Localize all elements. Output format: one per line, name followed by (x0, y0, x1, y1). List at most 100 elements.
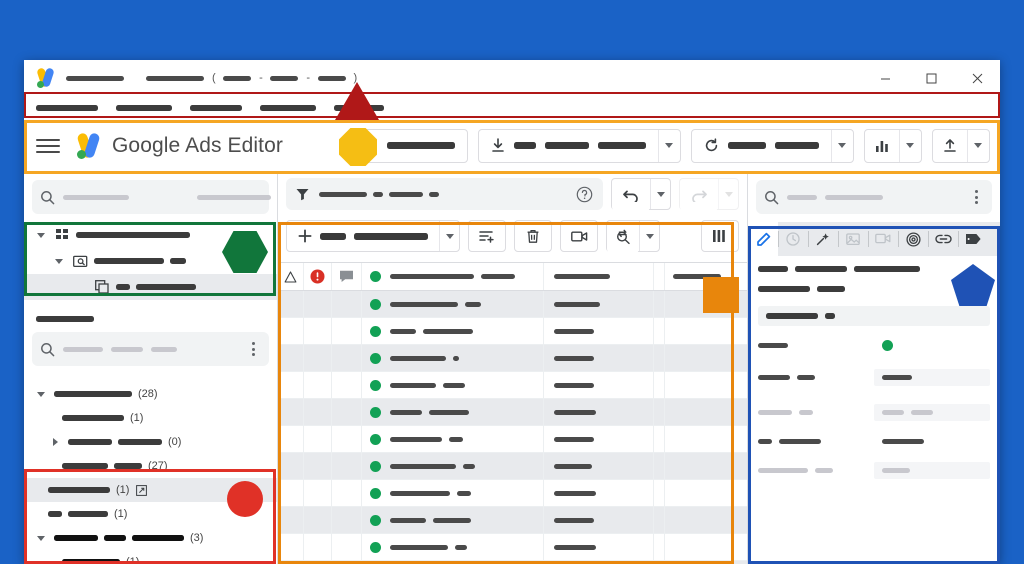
replace-text-button[interactable] (606, 220, 660, 253)
tree-row-campaign-2[interactable]: (0) (24, 430, 277, 454)
table-row[interactable] (278, 507, 747, 534)
table-header-col3[interactable] (653, 263, 664, 290)
warning-triangle-icon[interactable] (278, 263, 304, 290)
account-selector-button[interactable] (350, 128, 468, 163)
menu-item-edit[interactable] (116, 105, 172, 111)
video-ads-button[interactable] (560, 220, 598, 252)
tree-row-client-account[interactable] (24, 274, 277, 300)
add-campaign-button[interactable] (286, 220, 460, 252)
tree-row-count: (1) (114, 508, 128, 520)
right-panel (748, 172, 1000, 564)
make-multiple-changes-button[interactable] (468, 220, 506, 252)
replace-text-dropdown[interactable] (639, 221, 659, 251)
share-button[interactable] (931, 128, 990, 163)
tree-row-campaign-4[interactable]: (1) (24, 478, 277, 502)
remove-button[interactable] (514, 220, 552, 252)
choose-columns-button[interactable] (701, 220, 739, 252)
filter-row (278, 172, 747, 216)
right-search-input[interactable] (756, 180, 992, 214)
right-pair (758, 404, 990, 421)
share-dropdown[interactable] (966, 129, 989, 162)
table-row[interactable] (278, 399, 747, 426)
account-search-input[interactable] (32, 180, 282, 214)
table-row[interactable] (278, 345, 747, 372)
status-dot-green (362, 298, 388, 310)
brand-rest: Ads Editor (180, 133, 283, 157)
chevron-right-icon[interactable] (48, 438, 62, 446)
get-recent-changes-button[interactable] (477, 128, 681, 163)
targeting-tab[interactable] (898, 222, 928, 256)
redo-dropdown[interactable] (718, 179, 738, 209)
post-changes-button[interactable] (690, 128, 854, 163)
table-row[interactable] (278, 534, 747, 561)
table-row[interactable] (278, 318, 747, 345)
status-dot-green (362, 541, 388, 553)
post-changes-dropdown[interactable] (830, 129, 853, 162)
tree-row-group-2[interactable]: (3) (24, 526, 277, 550)
right-value-field[interactable] (758, 306, 990, 326)
window-title: ( - - ) (66, 72, 357, 84)
menu-bar (24, 96, 1000, 120)
menu-item-tools[interactable] (260, 105, 316, 111)
chevron-down-icon[interactable] (34, 535, 48, 541)
account-search-placeholder (63, 194, 271, 200)
status-dot-green (362, 514, 388, 526)
table-row[interactable] (278, 453, 747, 480)
close-icon[interactable] (954, 60, 1000, 96)
image-tab[interactable] (838, 222, 868, 256)
table-row[interactable] (278, 291, 747, 318)
data-table (278, 262, 747, 564)
menu-item-file[interactable] (36, 105, 98, 111)
link-tab[interactable] (928, 222, 958, 256)
history-tab[interactable] (778, 222, 808, 256)
menu-item-view[interactable] (190, 105, 242, 111)
grid-apps-icon (363, 138, 378, 153)
statistics-dropdown[interactable] (898, 129, 921, 162)
label-tab[interactable] (958, 222, 988, 256)
undo-dropdown[interactable] (650, 179, 670, 209)
table-header-col2[interactable] (543, 263, 653, 290)
add-campaign-dropdown[interactable] (439, 221, 459, 251)
chevron-down-icon[interactable] (52, 258, 66, 264)
app-window: ( - - ) Google Ads Editor (28) (1) (0) (… (24, 60, 1000, 564)
table-row[interactable] (278, 426, 747, 453)
statistics-button[interactable] (863, 128, 922, 163)
table-row[interactable] (278, 480, 747, 507)
campaign-search-input[interactable] (32, 332, 269, 366)
tree-row-campaign-3[interactable]: (27) (24, 454, 277, 478)
open-in-new-icon[interactable] (136, 484, 148, 496)
undo-button[interactable] (611, 178, 671, 211)
tree-row-campaign-6[interactable]: (1) (24, 550, 277, 564)
chevron-down-icon[interactable] (34, 391, 48, 397)
more-options-icon[interactable] (245, 342, 261, 356)
video-icon (570, 230, 588, 243)
tree-row-manager-account[interactable] (24, 222, 277, 248)
maximize-icon[interactable] (908, 60, 954, 96)
redo-button[interactable] (679, 178, 739, 211)
recommendations-tab[interactable] (808, 222, 838, 256)
search-icon (40, 190, 55, 205)
video-tab[interactable] (868, 222, 898, 256)
table-header-col1[interactable] (388, 274, 543, 279)
chevron-down-icon[interactable] (34, 232, 48, 238)
table-row[interactable] (278, 372, 747, 399)
minimize-icon[interactable] (862, 60, 908, 96)
filter-input[interactable] (286, 178, 603, 210)
tree-row-campaign-5[interactable]: (1) (24, 502, 277, 526)
trash-icon (526, 229, 540, 244)
status-dot-green (369, 271, 381, 282)
status-dot-green (362, 379, 388, 391)
brand-google: Google (112, 133, 181, 157)
help-circle-icon[interactable] (576, 186, 593, 203)
tree-row-sub-account[interactable] (24, 248, 277, 274)
menu-item-help[interactable] (334, 105, 384, 111)
tree-row-all-campaigns[interactable]: (28) (24, 382, 277, 406)
table-header-col4[interactable] (664, 263, 747, 290)
hamburger-icon[interactable] (36, 134, 60, 158)
tree-row-campaign-1[interactable]: (1) (24, 406, 277, 430)
get-recent-changes-dropdown[interactable] (657, 129, 680, 162)
comment-icon[interactable] (332, 263, 362, 290)
error-circle-icon[interactable] (304, 263, 332, 290)
more-options-icon[interactable] (968, 190, 984, 204)
edit-tab[interactable] (748, 222, 778, 256)
